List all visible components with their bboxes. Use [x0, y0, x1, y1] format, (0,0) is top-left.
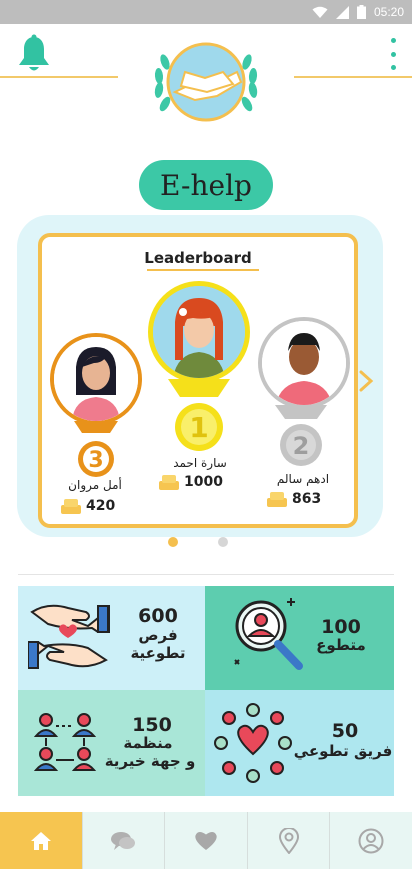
stat-volunteers-label-line1: متطوع — [316, 636, 366, 654]
top-bar — [0, 24, 412, 134]
app-logo — [154, 42, 258, 122]
avatar-rank-1-illustration — [153, 286, 245, 378]
section-divider — [18, 574, 394, 575]
home-icon — [30, 831, 51, 850]
location-icon — [278, 827, 299, 854]
stat-card-teams[interactable]: 50 فريق تطوعي — [205, 690, 394, 796]
stat-opportunities-number: 600 — [138, 605, 178, 627]
overflow-menu-icon[interactable] — [386, 38, 400, 70]
stat-organizations-label-line2: و جهة خيرية — [104, 752, 196, 770]
stat-teams-label-line1: فريق تطوعي — [293, 742, 393, 760]
nav-favorites[interactable] — [164, 812, 247, 869]
status-icons: 05:20 — [312, 4, 404, 20]
avatar-rank-3-illustration — [54, 337, 138, 421]
leader-name-rank-1: سارة احمد — [173, 456, 227, 470]
battery-icon — [356, 5, 366, 19]
leader-points-rank-1: 1000 — [158, 473, 223, 491]
leader-name-rank-2: ادهم سالم — [276, 472, 330, 486]
bottom-navigation — [0, 812, 412, 869]
status-bar: 05:20 — [0, 0, 412, 24]
menu-dot — [390, 38, 396, 43]
team-circle-icon — [214, 703, 292, 783]
medal-rank-3-number: 3 — [88, 448, 103, 473]
nav-profile[interactable] — [329, 812, 412, 869]
app-name: E-help — [160, 168, 252, 202]
gold-coins-icon — [159, 475, 179, 490]
gold-coins-icon — [267, 492, 287, 507]
avatar-rank-2-illustration — [262, 321, 346, 405]
stat-opportunities-label-line1: فرص — [138, 626, 178, 644]
leaderboard-title-underline — [147, 269, 259, 271]
stat-card-opportunities[interactable]: 600 فرص تطوعية — [18, 586, 205, 690]
status-time: 05:20 — [373, 5, 404, 19]
gold-coins-icon — [61, 499, 81, 514]
profile-icon — [358, 828, 384, 853]
stat-organizations-label-line1: منظمة — [123, 734, 173, 752]
chat-icon — [111, 831, 136, 850]
stats-grid: 600 فرص تطوعية 100 متطوع 150 منظمة و جهة… — [18, 586, 394, 796]
stat-card-organizations[interactable]: 150 منظمة و جهة خيرية — [18, 690, 205, 796]
wifi-icon — [312, 6, 328, 18]
organization-network-icon — [33, 713, 97, 771]
medal-rank-1: 1 — [168, 379, 230, 451]
avatar-rank-2[interactable] — [258, 317, 350, 409]
helping-hands-icon — [28, 604, 110, 669]
nav-location[interactable] — [246, 812, 330, 869]
leader-name-rank-3: أمل مروان — [68, 478, 122, 492]
nav-chat[interactable] — [81, 812, 165, 869]
leader-points-rank-2-value: 863 — [292, 491, 322, 507]
medal-rank-2: 2 — [275, 405, 327, 466]
leader-points-rank-1-value: 1000 — [184, 474, 223, 490]
stat-organizations-number: 150 — [132, 714, 172, 736]
notification-bell-icon[interactable] — [16, 34, 52, 74]
avatar-rank-1[interactable] — [148, 281, 250, 383]
medal-rank-1-number: 1 — [189, 411, 208, 444]
carousel-pagination — [168, 537, 228, 547]
leaderboard-title: Leaderboard — [144, 249, 252, 267]
menu-dot — [390, 51, 396, 57]
menu-dot — [390, 65, 396, 70]
pagination-dot[interactable] — [218, 537, 228, 547]
stat-volunteers-number: 100 — [321, 616, 361, 638]
nav-home[interactable] — [0, 812, 82, 869]
medal-rank-3: 3 — [74, 421, 118, 477]
avatar-rank-3[interactable] — [50, 333, 142, 425]
header-rule-left — [0, 76, 118, 78]
leader-points-rank-2: 863 — [266, 490, 321, 508]
stat-teams-number: 50 — [331, 720, 359, 742]
signal-icon — [335, 5, 349, 19]
medal-rank-2-number: 2 — [293, 432, 310, 460]
stat-opportunities-label-line2: تطوعية — [130, 644, 186, 662]
app-name-badge: E-help — [139, 160, 273, 210]
header-rule-right — [294, 76, 412, 78]
heart-icon — [195, 831, 217, 850]
volunteer-search-icon — [234, 598, 303, 670]
leader-points-rank-3: 420 — [60, 497, 115, 515]
stat-card-volunteers[interactable]: 100 متطوع — [205, 586, 394, 690]
leader-points-rank-3-value: 420 — [86, 498, 116, 514]
chevron-right-icon[interactable] — [358, 370, 374, 392]
pagination-dot-active[interactable] — [168, 537, 178, 547]
